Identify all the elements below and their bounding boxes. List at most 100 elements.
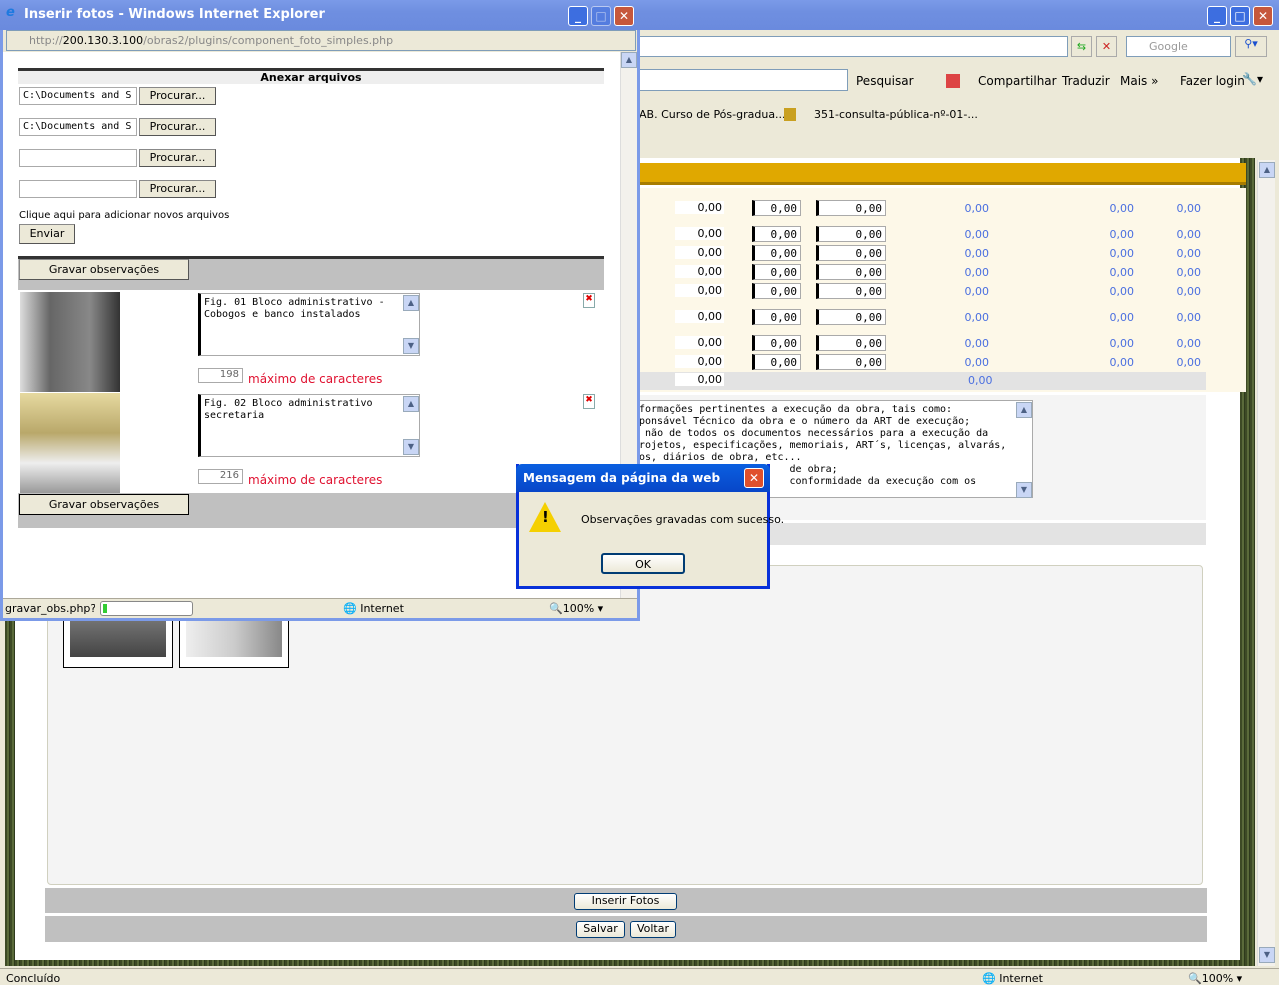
scroll-down-button[interactable]: ▼ [1259, 947, 1275, 963]
value-input[interactable]: 0,00 [816, 335, 886, 351]
favorite-link[interactable]: 351-consulta-pública-nº-01-... [784, 108, 978, 121]
value-input[interactable]: 0,00 [816, 354, 886, 370]
login-link[interactable]: Fazer login [1180, 74, 1245, 88]
scroll-down-button[interactable]: ▼ [403, 439, 419, 455]
value-input[interactable]: 0,00 [752, 283, 801, 299]
search-icon[interactable]: ⚲▾ [1235, 36, 1267, 57]
value-input[interactable]: 0,00 [816, 226, 886, 242]
actions-bar [45, 916, 1207, 942]
photo-thumbnail [20, 393, 120, 493]
search-input[interactable]: Google [1126, 36, 1231, 57]
value-cell: 0,00 [675, 227, 724, 240]
back-button[interactable]: Voltar [630, 921, 676, 938]
value-cell: 0,00 [675, 284, 724, 297]
minimize-button[interactable]: _ [1207, 6, 1227, 26]
caption-textarea[interactable]: Fig. 02 Bloco administrativo secretaria [198, 394, 420, 457]
delete-photo-icon[interactable]: ✖ [583, 394, 595, 409]
traduzir-button[interactable]: Traduzir [1044, 74, 1110, 88]
page-scrollbar[interactable]: ▲ ▼ [1257, 160, 1275, 966]
dialog-close-button[interactable]: ✕ [744, 468, 764, 488]
total-value: 0,00 [675, 373, 724, 386]
value-input[interactable]: 0,00 [752, 335, 801, 351]
google-toolbar: Pesquisar Compartilhar Traduzir Mais » F… [636, 66, 1279, 96]
maximize-button[interactable]: □ [1230, 6, 1250, 26]
value-cell: 0,00 [675, 355, 724, 368]
send-button[interactable]: Enviar [19, 224, 75, 244]
minimize-button[interactable]: _ [568, 6, 588, 26]
value-input[interactable]: 0,00 [752, 354, 801, 370]
values-table: 0,00 0,00 0,00 0,00 0,00 0,00 0,00 0,00 0… [636, 188, 1246, 392]
zone-internet: 🌐 Internet [982, 972, 1043, 985]
refresh-icon[interactable]: ⇆ [1071, 36, 1092, 57]
ok-button[interactable]: OK [601, 553, 685, 574]
value-cell: 0,00 [675, 310, 724, 323]
mais-button[interactable]: Mais » [1120, 74, 1158, 88]
ie-icon: e [6, 5, 15, 20]
photo-thumbnail [20, 292, 120, 392]
address-combo[interactable] [636, 36, 1068, 57]
table-row: 0,00 0,00 0,00 0,00 0,00 0,00 [636, 264, 1206, 280]
value-input[interactable]: 0,00 [816, 245, 886, 261]
status-text: Concluído [6, 972, 61, 985]
zoom-control[interactable]: 🔍100% ▾ [1188, 972, 1242, 985]
computed-value: 0,00 [1109, 266, 1135, 279]
computed-value: 0,00 [1109, 337, 1135, 350]
total-blue: 0,00 [968, 374, 993, 387]
pesquisar-button[interactable]: Pesquisar [856, 74, 914, 88]
scroll-up-button[interactable]: ▲ [1016, 402, 1032, 418]
scroll-up-button[interactable]: ▲ [621, 52, 637, 68]
compartilhar-button[interactable]: Compartilhar [946, 74, 1057, 88]
value-input[interactable]: 0,00 [816, 309, 886, 325]
table-row: 0,00 0,00 0,00 0,00 0,00 0,00 [636, 354, 1206, 370]
computed-value: 0,00 [964, 247, 990, 260]
scroll-down-button[interactable]: ▼ [1016, 482, 1032, 498]
scroll-up-button[interactable]: ▲ [403, 295, 419, 311]
table-row: 0,00 0,00 0,00 0,00 0,00 0,00 [636, 283, 1206, 299]
computed-value: 0,00 [1109, 356, 1135, 369]
wrench-icon[interactable]: 🔧▾ [1242, 72, 1263, 86]
file-path-input[interactable]: C:\Documents and S [19, 118, 137, 136]
value-input[interactable]: 0,00 [816, 200, 886, 216]
add-files-link[interactable]: Clique aqui para adicionar novos arquivo… [19, 210, 229, 221]
file-path-input[interactable] [19, 149, 137, 167]
save-button[interactable]: Salvar [576, 921, 625, 938]
browse-button[interactable]: Procurar... [139, 87, 216, 105]
scroll-down-button[interactable]: ▼ [403, 338, 419, 354]
stop-icon[interactable]: ✕ [1096, 36, 1117, 57]
value-input[interactable]: 0,00 [752, 200, 801, 216]
caption-textarea[interactable]: Fig. 01 Bloco administrativo - Cobogos e… [198, 293, 420, 356]
favorite-link[interactable]: AB. Curso de Pós-gradua... [639, 108, 786, 121]
dialog-message: Observações gravadas com sucesso. [581, 513, 785, 526]
close-button[interactable]: ✕ [1253, 6, 1273, 26]
close-button[interactable]: ✕ [614, 6, 634, 26]
scroll-up-button[interactable]: ▲ [1259, 162, 1275, 178]
table-row: 0,00 0,00 0,00 0,00 0,00 0,00 [636, 335, 1206, 351]
zoom-control[interactable]: 🔍100% ▾ [549, 602, 603, 615]
value-input[interactable]: 0,00 [816, 264, 886, 280]
browse-button[interactable]: Procurar... [139, 180, 216, 198]
scroll-up-button[interactable]: ▲ [403, 396, 419, 412]
computed-value: 0,00 [1176, 202, 1202, 215]
insert-photos-button[interactable]: Inserir Fotos [574, 893, 677, 910]
maximize-button[interactable]: □ [591, 6, 611, 26]
value-input[interactable]: 0,00 [752, 245, 801, 261]
value-input[interactable]: 0,00 [816, 283, 886, 299]
zone-label: Internet [360, 602, 404, 615]
table-row: 0,00 0,00 0,00 0,00 0,00 0,00 [636, 200, 1206, 216]
value-input[interactable]: 0,00 [752, 226, 801, 242]
computed-value: 0,00 [1176, 247, 1202, 260]
file-path-input[interactable]: C:\Documents and S [19, 87, 137, 105]
value-input[interactable]: 0,00 [752, 309, 801, 325]
total-row: 0,00 0,00 [636, 372, 1206, 390]
max-chars-label: máximo de caracteres [248, 372, 383, 386]
browse-button[interactable]: Procurar... [139, 149, 216, 167]
save-observations-button[interactable]: Gravar observações [19, 259, 189, 280]
popup-address-bar[interactable]: http://200.130.3.100/obras2/plugins/comp… [6, 30, 636, 51]
value-input[interactable]: 0,00 [752, 264, 801, 280]
browse-button[interactable]: Procurar... [139, 118, 216, 136]
delete-photo-icon[interactable]: ✖ [583, 293, 595, 308]
file-path-input[interactable] [19, 180, 137, 198]
computed-value: 0,00 [1176, 228, 1202, 241]
save-observations-button[interactable]: Gravar observações [19, 494, 189, 515]
toolbar-search-box[interactable] [636, 69, 848, 91]
